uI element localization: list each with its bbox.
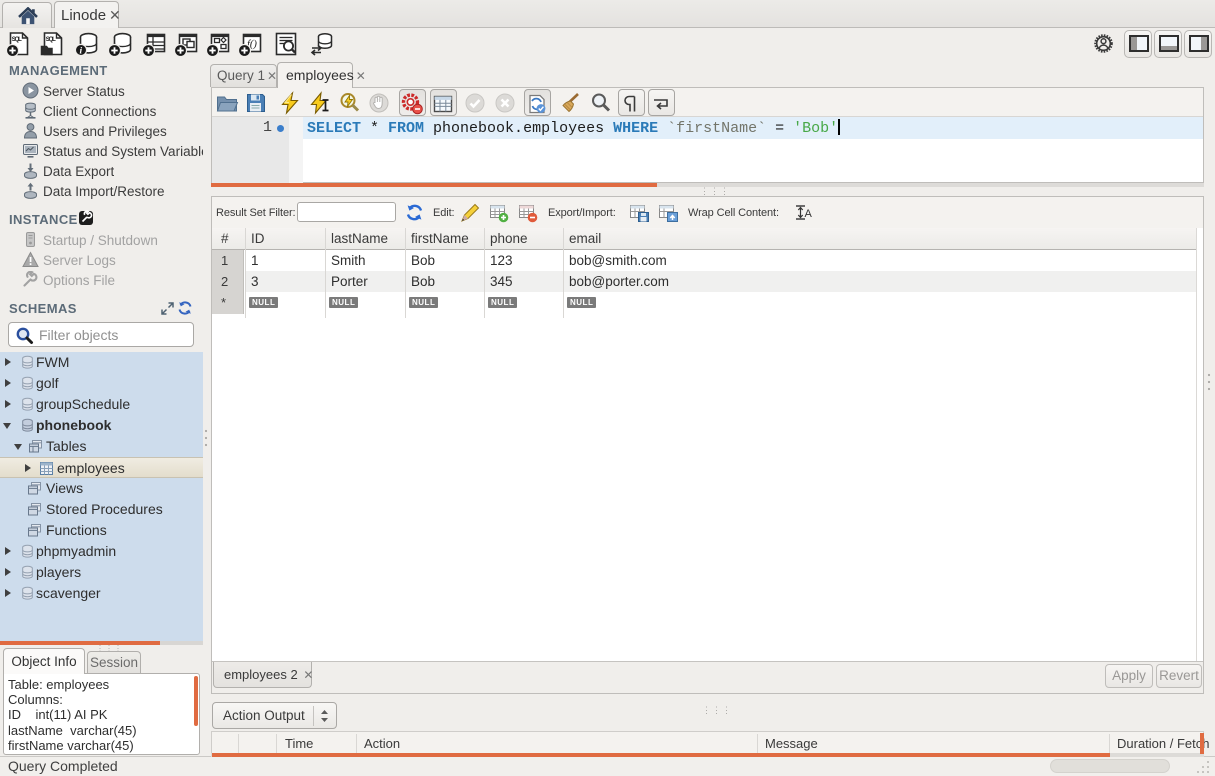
svg-text:A: A [805, 208, 813, 220]
